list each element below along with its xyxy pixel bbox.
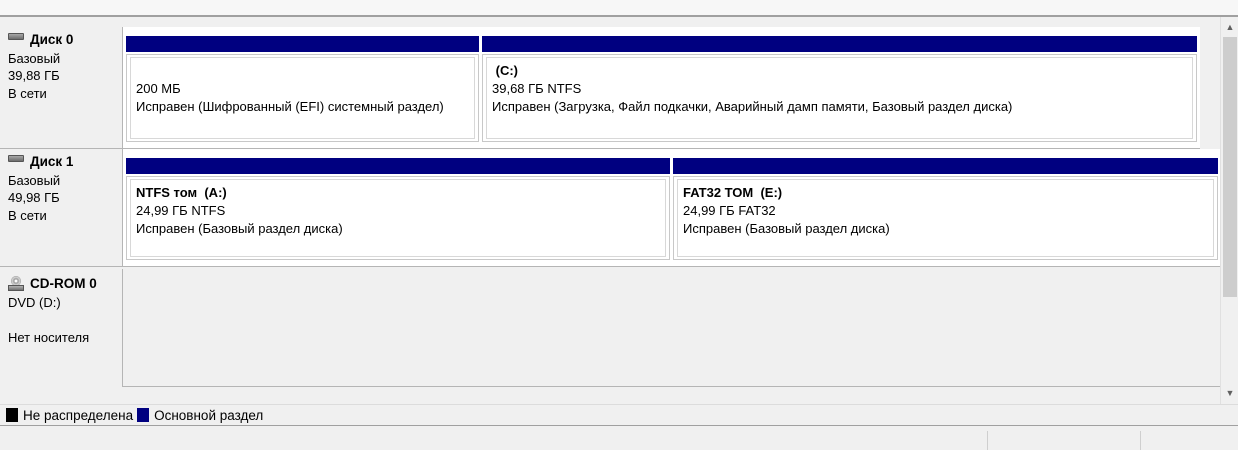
cdrom-spacer [8,311,122,329]
status-bar [0,426,1238,450]
partition-status: Исправен (Базовый раздел диска) [683,221,890,236]
cd-drive-icon [8,275,24,292]
partition-status: Исправен (Загрузка, Файл подкачки, Авари… [492,99,1013,114]
partition-status: Исправен (Базовый раздел диска) [136,221,343,236]
scroll-thumb[interactable] [1223,37,1237,297]
disk-0-type: Базовый [8,50,61,66]
partition-inner: FAT32 ТОМ (E:) 24,99 ГБ FAT32 Исправен (… [677,179,1214,257]
partition-header-bar [126,36,479,52]
partition-inner: 200 МБ Исправен (Шифрованный (EFI) систе… [130,57,475,139]
partition-name: NTFS том (A:) [136,185,227,200]
disk-1-size: 49,98 ГБ [8,190,60,205]
top-pane-edge [0,0,1238,17]
status-separator [1140,431,1141,450]
disk-0-status: В сети [8,85,47,101]
cdrom-0-media: Нет носителя [8,330,90,345]
partition-name: (C:) [492,63,518,78]
cdrom-0-name: CD-ROM 0 [30,276,97,291]
disk-0-name: Диск 0 [30,32,74,47]
disk-0-row: Диск 0 Базовый 39,88 ГБ В сети 200 МБ Ис… [0,27,1220,149]
vertical-scrollbar[interactable]: ▲ ▼ [1220,17,1238,404]
cdrom-0-empty-area [123,269,1220,387]
cdrom-0-row: CD-ROM 0 DVD (D:) Нет носителя [0,269,1220,387]
partition-status: Исправен (Шифрованный (EFI) системный ра… [136,99,444,114]
partition-header-bar [673,158,1218,174]
disk-1-type: Базовый [8,172,61,188]
partition-header-bar [482,36,1197,52]
cdrom-0-type: DVD (D:) [8,294,61,310]
scroll-down-icon[interactable]: ▼ [1221,385,1238,402]
legend-item-unallocated: Не распределена [6,408,133,423]
partition-name: FAT32 ТОМ (E:) [683,185,783,200]
partition-c[interactable]: (C:) 39,68 ГБ NTFS Исправен (Загрузка, Ф… [479,27,1197,145]
legend-bar: Не распределена Основной раздел [0,404,1238,426]
partition-size: 24,99 ГБ FAT32 [683,203,776,218]
hard-drive-icon [8,155,24,163]
disk-1-row: Диск 1 Базовый 49,98 ГБ В сети NTFS том … [0,149,1220,267]
partition-header-bar [126,158,670,174]
hard-drive-icon [8,33,24,41]
disk-1-label[interactable]: Диск 1 Базовый 49,98 ГБ В сети [0,149,123,267]
disk-1-status: В сети [8,207,47,223]
disk-1-partitions: NTFS том (A:) 24,99 ГБ NTFS Исправен (Ба… [123,149,1220,267]
status-separator [987,431,988,450]
legend-label: Основной раздел [154,407,264,423]
partition-efi[interactable]: 200 МБ Исправен (Шифрованный (EFI) систе… [123,27,479,145]
cdrom-0-label[interactable]: CD-ROM 0 DVD (D:) Нет носителя [0,269,123,387]
legend-label: Не распределена [23,407,134,423]
disk-1-title: Диск 1 [8,153,122,171]
disk-0-title: Диск 0 [8,31,122,49]
partition-body: (C:) 39,68 ГБ NTFS Исправен (Загрузка, Ф… [482,54,1197,142]
partition-name [136,62,474,80]
graphical-disk-view[interactable]: Диск 0 Базовый 39,88 ГБ В сети 200 МБ Ис… [0,17,1220,387]
partition-body: 200 МБ Исправен (Шифрованный (EFI) систе… [126,54,479,142]
unallocated-swatch-icon [6,408,18,422]
disk-0-label[interactable]: Диск 0 Базовый 39,88 ГБ В сети [0,27,123,149]
partition-size: 200 МБ [136,81,181,96]
partition-inner: (C:) 39,68 ГБ NTFS Исправен (Загрузка, Ф… [486,57,1193,139]
disk-0-size: 39,88 ГБ [8,68,60,83]
partition-body: FAT32 ТОМ (E:) 24,99 ГБ FAT32 Исправен (… [673,176,1218,260]
primary-swatch-icon [137,408,150,422]
cdrom-0-title: CD-ROM 0 [8,275,122,293]
disk-0-partitions: 200 МБ Исправен (Шифрованный (EFI) систе… [123,27,1200,149]
disk-1-name: Диск 1 [30,154,74,169]
partition-a[interactable]: NTFS том (A:) 24,99 ГБ NTFS Исправен (Ба… [123,149,670,263]
partition-body: NTFS том (A:) 24,99 ГБ NTFS Исправен (Ба… [126,176,670,260]
scroll-up-icon[interactable]: ▲ [1221,19,1238,36]
legend-item-primary: Основной раздел [137,408,263,423]
partition-inner: NTFS том (A:) 24,99 ГБ NTFS Исправен (Ба… [130,179,666,257]
partition-e[interactable]: FAT32 ТОМ (E:) 24,99 ГБ FAT32 Исправен (… [670,149,1218,263]
partition-size: 39,68 ГБ NTFS [492,81,582,96]
partition-size: 24,99 ГБ NTFS [136,203,226,218]
